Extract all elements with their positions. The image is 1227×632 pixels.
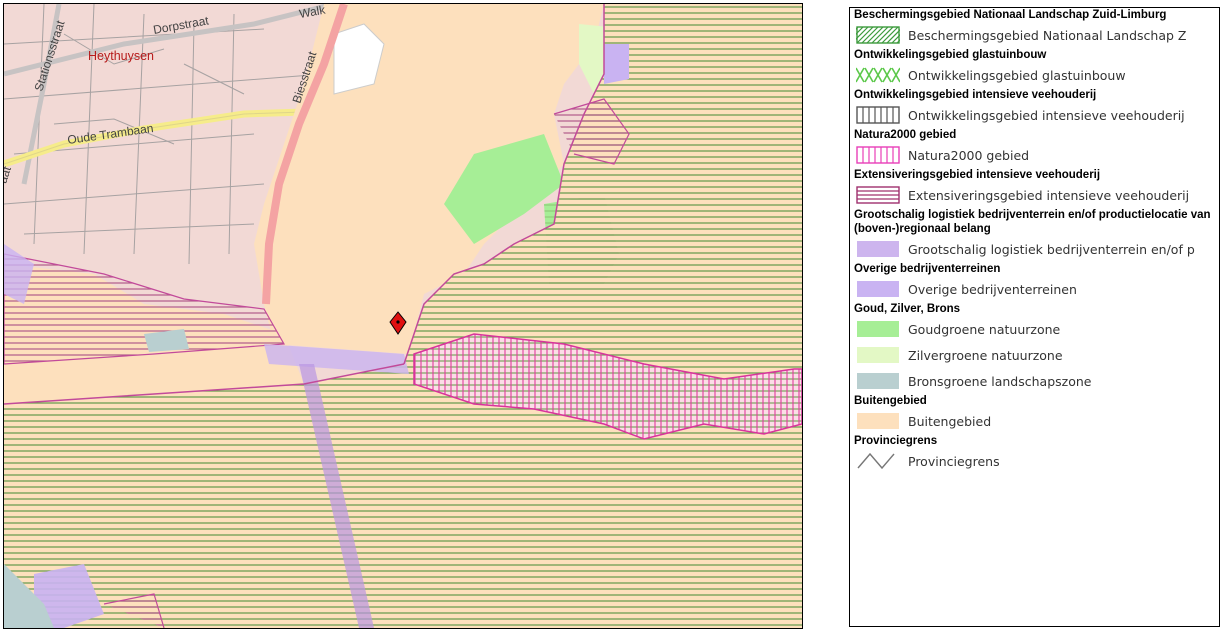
legend-item-label: Buitengebied [908, 413, 992, 429]
cross-hatch-green-symbol-icon [856, 67, 900, 83]
legend-item-label: Zilvergroene natuurzone [908, 347, 1063, 363]
map-canvas: Heythuysen Dorpstraat Stationsstraat Oud… [4, 4, 802, 628]
horizontal-hatch-purple-symbol-icon [856, 186, 900, 204]
legend-item: Zilvergroene natuurzone [850, 342, 1219, 368]
legend-item-label: Overige bedrijventerreinen [908, 281, 1077, 297]
legend-item-label: Provinciegrens [908, 453, 1000, 469]
legend-item-label: Extensiveringsgebied intensieve veehoude… [908, 187, 1190, 203]
line-grey-symbol-icon [857, 452, 895, 470]
legend-heading: Provinciegrens [854, 435, 938, 447]
fill-symbol-icon [857, 373, 899, 389]
legend-item: Extensiveringsgebied intensieve veehoude… [850, 182, 1219, 208]
legend-item: Ontwikkelingsgebied glastuinbouw [850, 62, 1219, 88]
legend-heading: Overige bedrijventerreinen [854, 263, 1001, 275]
fill-symbol-icon [857, 413, 899, 429]
fill-symbol-icon [857, 321, 899, 337]
legend-heading: Ontwikkelingsgebied glastuinbouw [854, 49, 1047, 61]
legend-item-label: Bronsgroene landschapszone [908, 373, 1092, 389]
legend-item: Goudgroene natuurzone [850, 316, 1219, 342]
fill-symbol-icon [857, 347, 899, 363]
diagonal-hatch-green-symbol-icon [856, 26, 900, 44]
legend-item-label: Ontwikkelingsgebied glastuinbouw [908, 67, 1126, 83]
legend-item: Beschermingsgebied Nationaal Landschap Z [850, 22, 1219, 48]
legend-item: Grootschalig logistiek bedrijventerrein … [850, 236, 1219, 262]
legend-item: Buitengebied [850, 408, 1219, 434]
legend-heading: Natura2000 gebied [854, 129, 957, 141]
legend-item-label: Ontwikkelingsgebied intensieve veehouder… [908, 107, 1185, 123]
legend-item: Overige bedrijventerreinen [850, 276, 1219, 302]
legend-item: Provinciegrens [850, 448, 1219, 474]
legend-item-label: Grootschalig logistiek bedrijventerrein … [908, 241, 1195, 257]
legend-item-label: Beschermingsgebied Nationaal Landschap Z [908, 27, 1187, 43]
fill-symbol-icon [857, 281, 899, 297]
vertical-hatch-pink-symbol-icon [856, 146, 900, 164]
map-view[interactable]: Heythuysen Dorpstraat Stationsstraat Oud… [3, 3, 803, 629]
vertical-hatch-grey-symbol-icon [856, 106, 900, 124]
legend-item-label: Goudgroene natuurzone [908, 321, 1061, 337]
legend-item: Ontwikkelingsgebied intensieve veehouder… [850, 102, 1219, 128]
map-legend: Beschermingsgebied Nationaal Landschap Z… [849, 7, 1220, 627]
legend-item: Natura2000 gebied [850, 142, 1219, 168]
legend-item: Bronsgroene landschapszone [850, 368, 1219, 394]
legend-item-label: Natura2000 gebied [908, 147, 1030, 163]
legend-heading: Ontwikkelingsgebied intensieve veehouder… [854, 89, 1097, 101]
legend-heading: Extensiveringsgebied intensieve veehoude… [854, 169, 1101, 181]
legend-heading: Goud, Zilver, Brons [854, 303, 961, 315]
map-place-label: Heythuysen [88, 49, 154, 63]
fill-symbol-icon [857, 241, 899, 257]
legend-heading: Buitengebied [854, 395, 927, 407]
legend-heading: Beschermingsgebied Nationaal Landschap Z… [854, 9, 1167, 21]
legend-heading: Grootschalig logistiek bedrijventerrein … [854, 209, 1211, 235]
